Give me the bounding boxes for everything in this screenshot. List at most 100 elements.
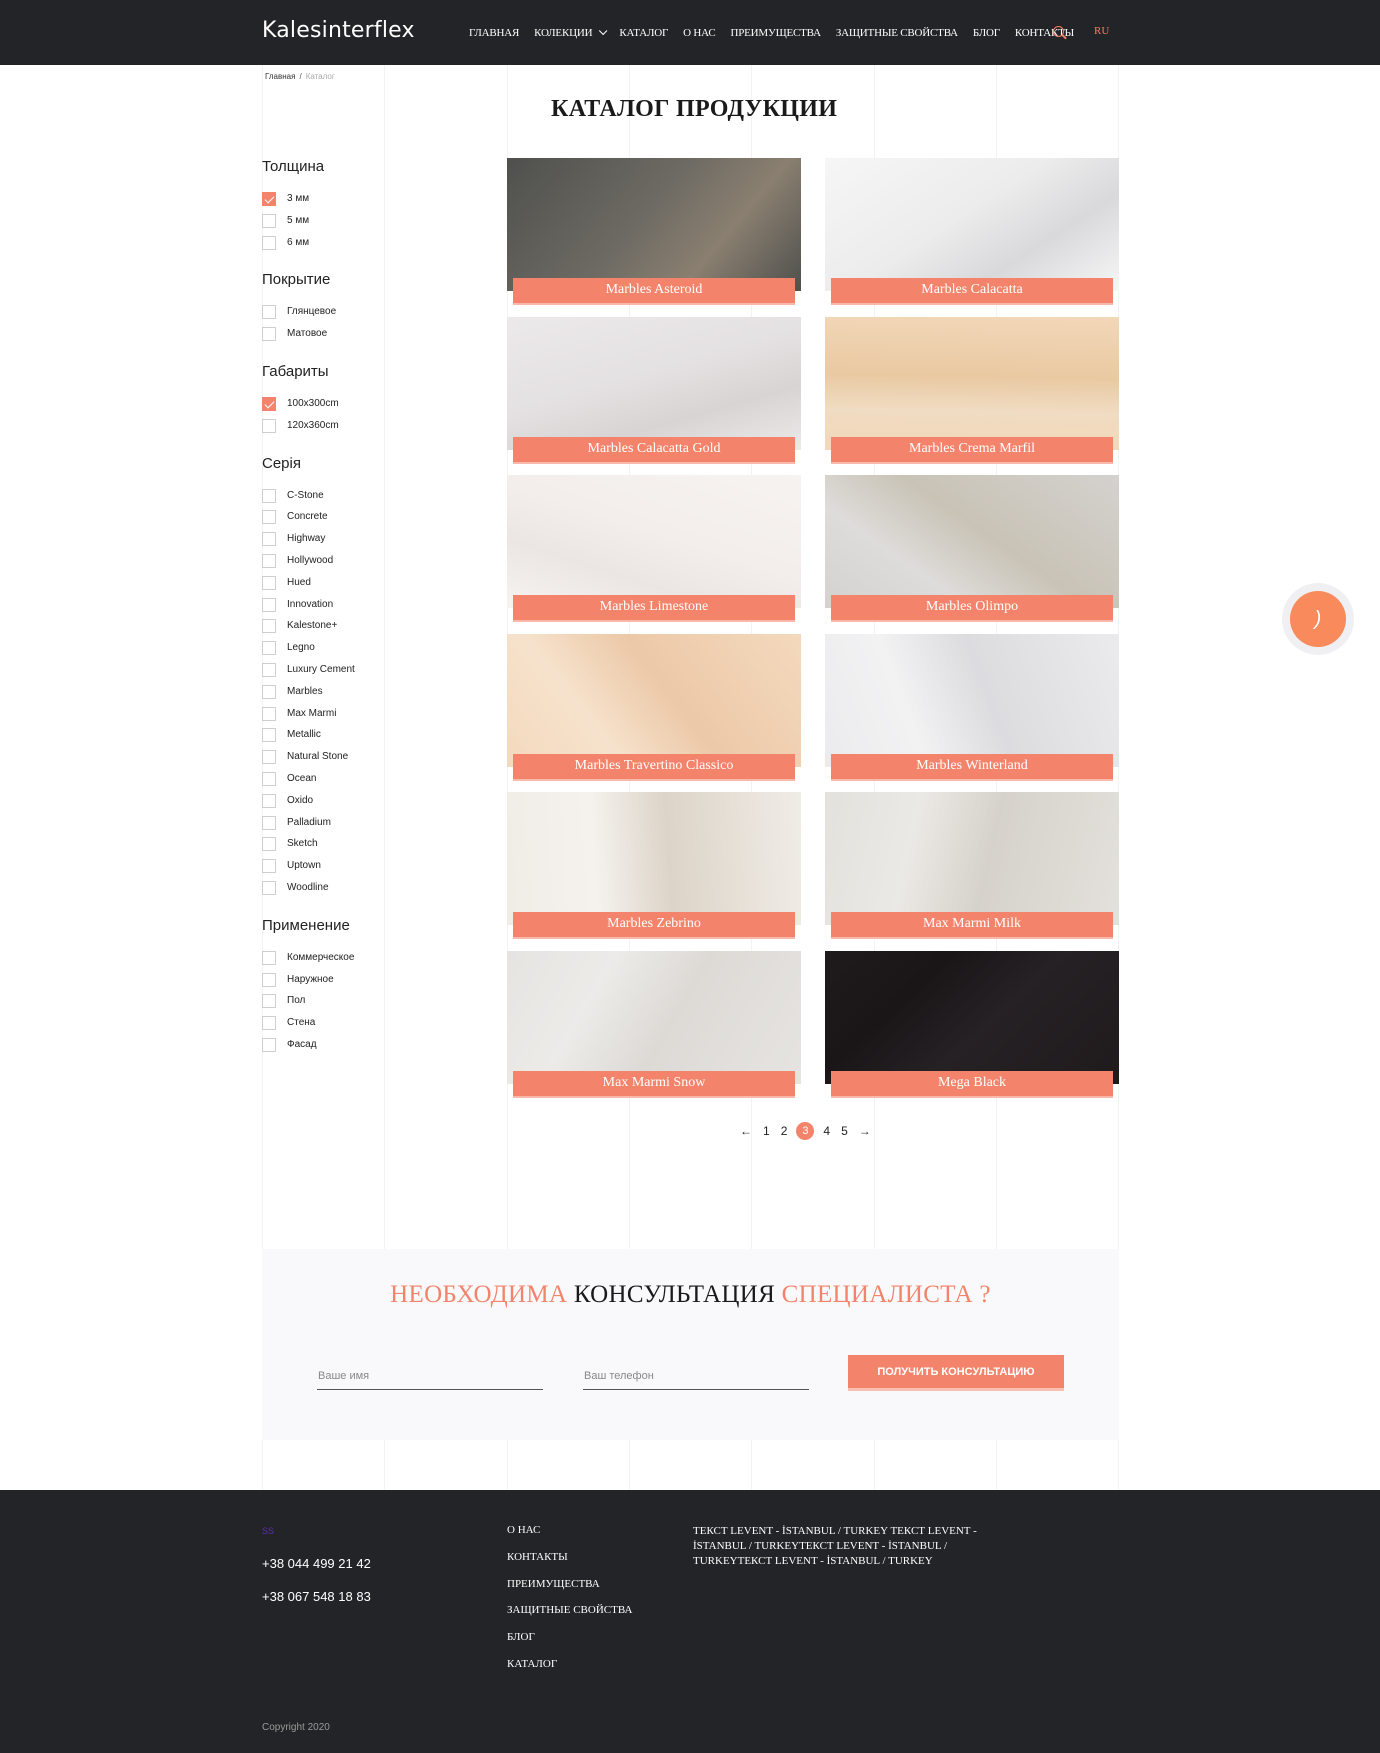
nav-item-collections[interactable]: КОЛЕКЦИИ — [534, 26, 608, 39]
filter-option[interactable]: Глянцевое — [262, 305, 462, 327]
product-image[interactable] — [825, 792, 1119, 925]
checkbox[interactable] — [262, 880, 276, 895]
checkbox[interactable] — [262, 418, 276, 433]
product-card[interactable]: Mega Black — [825, 950, 1119, 1096]
filter-option[interactable]: 6 мм — [262, 235, 462, 258]
checkbox[interactable] — [262, 859, 276, 874]
filter-option[interactable]: Наружное — [262, 972, 462, 995]
product-name[interactable]: Mega Black — [831, 1070, 1113, 1096]
checkbox[interactable] — [262, 597, 276, 612]
nav-item-blog[interactable]: БЛОГ — [973, 27, 1000, 39]
checkbox[interactable] — [262, 1016, 276, 1031]
nav-item-advantages[interactable]: ПРЕИМУЩЕСТВА — [731, 27, 822, 39]
nav-item-catalog[interactable]: КАТАЛОГ — [619, 27, 668, 39]
product-name[interactable]: Max Marmi Milk — [831, 912, 1113, 937]
filter-option[interactable]: Матовое — [262, 327, 462, 349]
product-image[interactable] — [507, 158, 801, 291]
checkbox[interactable] — [262, 950, 276, 965]
filter-option[interactable]: Пол — [262, 994, 462, 1016]
filter-option[interactable]: Woodline — [262, 880, 462, 903]
pagination-page[interactable]: 1 — [763, 1124, 770, 1138]
footer-link-advantages[interactable]: ПРЕИМУЩЕСТВА — [507, 1578, 632, 1605]
checkbox-checked[interactable] — [262, 396, 276, 411]
checkbox[interactable] — [262, 532, 276, 547]
product-image[interactable] — [507, 475, 801, 608]
product-name[interactable]: Max Marmi Snow — [513, 1070, 795, 1096]
footer-link-contacts[interactable]: КОНТАКТЫ — [507, 1551, 632, 1578]
filter-option[interactable]: 100x300cm — [262, 396, 462, 419]
product-image[interactable] — [825, 633, 1119, 767]
product-name[interactable]: Marbles Crema Marfil — [831, 436, 1113, 462]
filter-option[interactable]: Kalestone+ — [262, 619, 462, 641]
checkbox[interactable] — [262, 706, 276, 721]
checkbox[interactable] — [262, 575, 276, 590]
filter-option[interactable]: Стена — [262, 1016, 462, 1038]
product-name[interactable]: Marbles Limestone — [513, 595, 795, 620]
product-card[interactable]: Marbles Calacatta Gold — [507, 316, 801, 462]
language-switcher[interactable]: RU — [1094, 25, 1109, 37]
checkbox[interactable] — [262, 510, 276, 525]
checkbox[interactable] — [262, 553, 276, 568]
footer-phone-2[interactable]: +38 067 548 18 83 — [262, 1589, 371, 1604]
pagination-next[interactable]: → — [859, 1124, 871, 1138]
footer-link-about[interactable]: О НАС — [507, 1524, 632, 1551]
filter-option[interactable]: Palladium — [262, 815, 462, 838]
filter-option[interactable]: Hued — [262, 575, 462, 598]
product-image[interactable] — [825, 316, 1119, 450]
checkbox[interactable] — [262, 488, 276, 503]
checkbox[interactable] — [262, 619, 276, 634]
product-image[interactable] — [825, 950, 1119, 1084]
product-card[interactable]: Marbles Asteroid — [507, 158, 801, 303]
checkbox[interactable] — [262, 994, 276, 1009]
filter-option[interactable]: Коммерческое — [262, 950, 462, 973]
filter-option[interactable]: Max Marmi — [262, 706, 462, 729]
checkbox[interactable] — [262, 641, 276, 656]
footer-link-blog[interactable]: БЛОГ — [507, 1631, 632, 1658]
pagination-page[interactable]: 4 — [823, 1124, 830, 1138]
checkbox[interactable] — [262, 837, 276, 852]
checkbox[interactable] — [262, 972, 276, 987]
filter-option[interactable]: Hollywood — [262, 553, 462, 576]
checkbox[interactable] — [262, 1037, 276, 1052]
search-icon[interactable] — [1053, 26, 1064, 37]
product-image[interactable] — [825, 158, 1119, 291]
filter-option[interactable]: Metallic — [262, 728, 462, 750]
footer-link-protective[interactable]: ЗАЩИТНЫЕ СВОЙСТВА — [507, 1604, 632, 1631]
product-card[interactable]: Marbles Olimpo — [825, 475, 1119, 620]
filter-option[interactable]: Sketch — [262, 837, 462, 859]
product-name[interactable]: Marbles Zebrino — [513, 912, 795, 937]
checkbox[interactable] — [262, 235, 276, 250]
checkbox[interactable] — [262, 815, 276, 830]
breadcrumb-home[interactable]: Главная — [265, 72, 295, 81]
product-card[interactable]: Max Marmi Snow — [507, 950, 801, 1096]
product-name[interactable]: Marbles Calacatta Gold — [513, 436, 795, 462]
pagination-prev[interactable]: ← — [740, 1124, 752, 1138]
pagination-page[interactable]: 5 — [841, 1124, 848, 1138]
product-name[interactable]: Marbles Calacatta — [831, 278, 1113, 303]
checkbox[interactable] — [262, 793, 276, 808]
filter-option[interactable]: 3 мм — [262, 192, 462, 214]
get-consultation-button[interactable]: ПОЛУЧИТЬ КОНСУЛЬТАЦИЮ — [848, 1355, 1064, 1388]
nav-item-protective[interactable]: ЗАЩИТНЫЕ СВОЙСТВА — [836, 27, 958, 39]
product-card[interactable]: Marbles Limestone — [507, 475, 801, 620]
product-image[interactable] — [507, 792, 801, 925]
product-card[interactable]: Marbles Calacatta — [825, 158, 1119, 303]
filter-option[interactable]: Concrete — [262, 510, 462, 532]
checkbox-checked[interactable] — [262, 192, 276, 206]
phone-input[interactable] — [583, 1362, 809, 1390]
filter-option[interactable]: Natural Stone — [262, 750, 462, 772]
product-image[interactable] — [507, 950, 801, 1084]
footer-link-catalog[interactable]: КАТАЛОГ — [507, 1658, 632, 1685]
filter-option[interactable]: Фасад — [262, 1037, 462, 1060]
filter-option[interactable]: Legno — [262, 641, 462, 663]
filter-option[interactable]: Marbles — [262, 684, 462, 707]
filter-option[interactable]: Ocean — [262, 771, 462, 794]
checkbox[interactable] — [262, 750, 276, 765]
call-back-button[interactable]: ) — [1282, 583, 1354, 655]
footer-phone-1[interactable]: +38 044 499 21 42 — [262, 1556, 371, 1571]
checkbox[interactable] — [262, 771, 276, 786]
checkbox[interactable] — [262, 305, 276, 320]
name-input[interactable] — [317, 1362, 543, 1390]
filter-option[interactable]: C-Stone — [262, 488, 462, 511]
nav-item-about[interactable]: О НАС — [683, 27, 716, 39]
